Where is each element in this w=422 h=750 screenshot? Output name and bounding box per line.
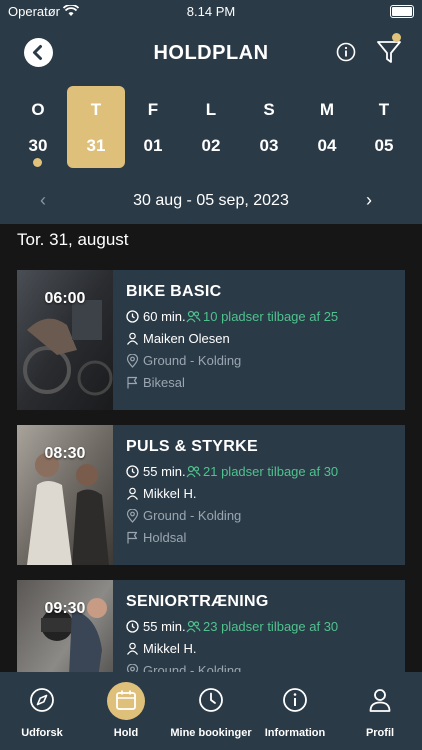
status-time: 8.14 PM: [186, 4, 236, 19]
class-name: PULS & STYRKE: [126, 438, 258, 455]
day-item[interactable]: M 04: [298, 86, 356, 168]
location-pin-icon: [126, 664, 139, 672]
class-instructor: Mikkel H.: [143, 641, 197, 656]
class-time: 08:30: [44, 445, 86, 462]
class-location: Ground - Kolding: [143, 663, 242, 672]
day-item[interactable]: L 02: [182, 86, 240, 168]
class-card[interactable]: 09:30 SENIORTRÆNING 55 min. 23 pladser t…: [17, 580, 405, 672]
next-week-button[interactable]: ›: [366, 190, 372, 211]
class-instructor: Mikkel H.: [143, 486, 197, 501]
person-icon: [127, 487, 138, 500]
day-number: 04: [317, 136, 337, 155]
tab-classes[interactable]: Hold: [84, 672, 168, 750]
class-image: 08:30: [17, 425, 113, 565]
day-number: 31: [86, 136, 106, 155]
class-name: SENIORTRÆNING: [126, 593, 269, 610]
class-card[interactable]: 08:30 PULS & STYRKE 55 min. 21 pladser t…: [17, 425, 405, 565]
page-title: HOLDPLAN: [153, 42, 269, 64]
clock-icon: [126, 310, 139, 323]
info-button[interactable]: [336, 42, 356, 62]
battery-icon: [390, 5, 414, 18]
status-bar: Operatør 8.14 PM: [0, 0, 422, 24]
class-spots: 21 pladser tilbage af 30: [203, 464, 339, 479]
class-list: 06:00 BIKE BASIC 60 min. 10 pladser tilb…: [17, 270, 405, 672]
tab-label: Profil: [365, 727, 395, 739]
class-spots: 10 pladser tilbage af 25: [203, 309, 339, 324]
clock-icon: [126, 620, 139, 633]
clock-icon: [199, 688, 223, 712]
tab-bar: Udforsk Hold Mine bookinger Information …: [0, 672, 422, 750]
day-item[interactable]: F 01: [124, 86, 182, 168]
tab-my-bookings[interactable]: Mine bookinger: [169, 672, 253, 750]
class-image: 06:00: [17, 270, 113, 410]
class-image: 09:30: [17, 580, 113, 672]
info-icon: [336, 42, 356, 62]
class-name: BIKE BASIC: [126, 283, 222, 300]
day-letter: L: [205, 100, 217, 119]
day-number: 02: [201, 136, 221, 155]
person-icon: [369, 689, 391, 712]
day-letter: O: [31, 100, 45, 119]
class-instructor: Maiken Olesen: [143, 331, 230, 346]
class-room: Bikesal: [143, 375, 185, 390]
tab-profile[interactable]: Profil: [338, 672, 422, 750]
day-number: 05: [374, 136, 394, 155]
week-day-selector: O 30 T 31 F 01 L 02 S 03 M 04 T 05: [9, 86, 413, 170]
people-icon: [186, 620, 201, 633]
person-icon: [127, 332, 138, 345]
flag-icon: [127, 531, 138, 544]
day-item[interactable]: T 05: [355, 86, 413, 168]
tab-label: Hold: [113, 727, 139, 739]
class-spots: 23 pladser tilbage af 30: [203, 619, 339, 634]
day-number: 01: [143, 136, 163, 155]
day-letter: M: [319, 100, 335, 119]
class-card[interactable]: 06:00 BIKE BASIC 60 min. 10 pladser tilb…: [17, 270, 405, 410]
person-icon: [127, 642, 138, 655]
class-duration: 55 min.: [143, 464, 186, 479]
people-icon: [186, 465, 201, 478]
day-item-selected[interactable]: T 31: [67, 86, 125, 168]
day-letter: F: [147, 100, 159, 119]
day-item[interactable]: O 30: [9, 86, 67, 168]
people-icon: [186, 310, 201, 323]
day-letter: T: [90, 100, 102, 119]
class-location: Ground - Kolding: [143, 353, 242, 368]
calendar-icon: [116, 690, 136, 710]
day-letter: T: [378, 100, 390, 119]
class-duration: 60 min.: [143, 309, 186, 324]
day-event-dot: [33, 158, 42, 167]
day-number: 03: [259, 136, 279, 155]
filter-active-dot: [392, 33, 401, 42]
tab-label: Udforsk: [21, 727, 63, 739]
location-pin-icon: [126, 354, 139, 368]
class-room: Holdsal: [143, 530, 187, 545]
tab-label: Mine bookinger: [170, 727, 252, 739]
clock-icon: [126, 465, 139, 478]
class-location: Ground - Kolding: [143, 508, 242, 523]
day-letter: S: [263, 100, 275, 119]
tab-label: Information: [264, 727, 326, 739]
compass-icon: [30, 688, 54, 712]
day-item[interactable]: S 03: [240, 86, 298, 168]
location-pin-icon: [126, 509, 139, 523]
header: HOLDPLAN O 30 T 31 F 01 L 02 S 03 M 04 T…: [0, 24, 422, 224]
week-range-label: 30 aug - 05 sep, 2023: [133, 192, 289, 209]
day-number: 30: [28, 136, 48, 155]
class-duration: 55 min.: [143, 619, 186, 634]
flag-icon: [127, 376, 138, 389]
class-time: 06:00: [44, 290, 86, 307]
info-icon: [283, 688, 307, 712]
tab-explore[interactable]: Udforsk: [0, 672, 84, 750]
tab-information[interactable]: Information: [253, 672, 337, 750]
selected-day-heading: Tor. 31, august: [17, 230, 129, 249]
class-time: 09:30: [44, 600, 86, 617]
